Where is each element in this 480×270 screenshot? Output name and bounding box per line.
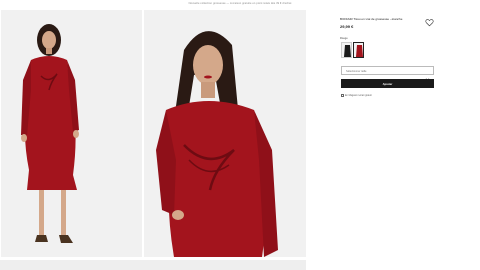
store-icon: [341, 94, 344, 97]
model-closeup-illustration: [144, 10, 306, 257]
add-to-cart-label: Ajouter: [382, 82, 393, 86]
product-image-full[interactable]: [1, 10, 142, 257]
product-title: BIO/FAIR Tissu en vrai de grossesse - ét…: [340, 17, 403, 21]
store-pickup-info[interactable]: En Magasin retrait gratuit: [341, 94, 372, 97]
product-price: 29,99 €: [340, 24, 354, 29]
size-select[interactable]: Sélectionner taille: [341, 66, 434, 81]
image-bottom-strip: [0, 260, 306, 270]
color-label: Rouge: [340, 37, 348, 40]
swatch-black-dress-icon: [344, 45, 351, 57]
top-notice-bar: Nouvelle collection grossesse — Livraiso…: [0, 0, 480, 10]
chevron-down-icon: [425, 69, 430, 81]
product-image-closeup[interactable]: [144, 10, 306, 257]
color-swatch-black[interactable]: [341, 42, 352, 58]
top-notice-text: Nouvelle collection grossesse — Livraiso…: [188, 2, 292, 5]
color-swatch-red[interactable]: [353, 42, 364, 58]
add-to-cart-button[interactable]: Ajouter: [341, 79, 434, 88]
heart-icon[interactable]: [425, 14, 434, 27]
model-full-illustration: [1, 10, 142, 257]
store-pickup-text: En Magasin retrait gratuit: [345, 94, 372, 98]
swatch-red-dress-icon: [356, 45, 363, 57]
size-select-placeholder: Sélectionner taille: [346, 70, 367, 73]
